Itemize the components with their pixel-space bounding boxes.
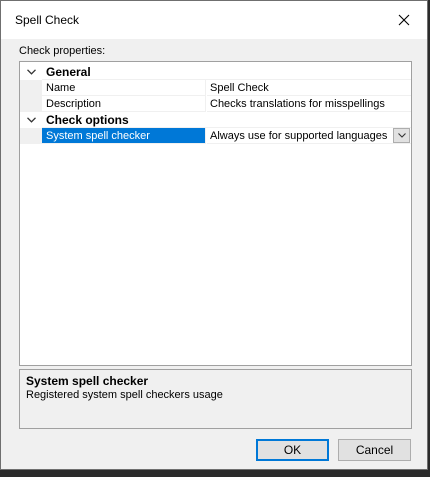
property-grid[interactable]: General Name Spell Check Description Che…	[19, 61, 412, 366]
property-row-name[interactable]: Name Spell Check	[20, 80, 411, 96]
category-label: Check options	[46, 113, 129, 127]
property-name: Description	[42, 96, 206, 112]
collapse-toggle-check-options[interactable]	[20, 112, 42, 128]
chevron-down-icon	[26, 69, 36, 75]
property-value[interactable]: Always use for supported languages	[207, 128, 411, 144]
chevron-down-icon	[26, 117, 36, 123]
check-properties-label: Check properties:	[19, 45, 106, 57]
close-icon	[398, 14, 410, 26]
chevron-down-icon	[397, 133, 406, 138]
property-row-system-spell-checker[interactable]: System spell checker Always use for supp…	[20, 128, 411, 144]
title-bar: Spell Check	[1, 1, 427, 39]
property-row-description[interactable]: Description Checks translations for miss…	[20, 96, 411, 112]
description-text: Registered system spell checkers usage	[26, 389, 223, 401]
cancel-button[interactable]: Cancel	[338, 439, 411, 461]
category-check-options[interactable]: Check options	[20, 112, 411, 128]
value-dropdown-button[interactable]	[393, 128, 410, 143]
close-button[interactable]	[381, 1, 427, 39]
window-title: Spell Check	[15, 13, 80, 27]
property-name: System spell checker	[42, 128, 206, 144]
dialog-window: Spell Check Check properties: General Na…	[0, 0, 428, 470]
category-general[interactable]: General	[20, 64, 411, 80]
property-value[interactable]: Checks translations for misspellings	[207, 96, 411, 112]
property-value-text: Always use for supported languages	[210, 130, 388, 142]
property-value[interactable]: Spell Check	[207, 80, 411, 96]
collapse-toggle-general[interactable]	[20, 64, 42, 80]
description-panel: System spell checker Registered system s…	[19, 369, 412, 429]
ok-button[interactable]: OK	[256, 439, 329, 461]
category-label: General	[46, 65, 91, 79]
description-title: System spell checker	[26, 374, 149, 388]
property-name: Name	[42, 80, 206, 96]
